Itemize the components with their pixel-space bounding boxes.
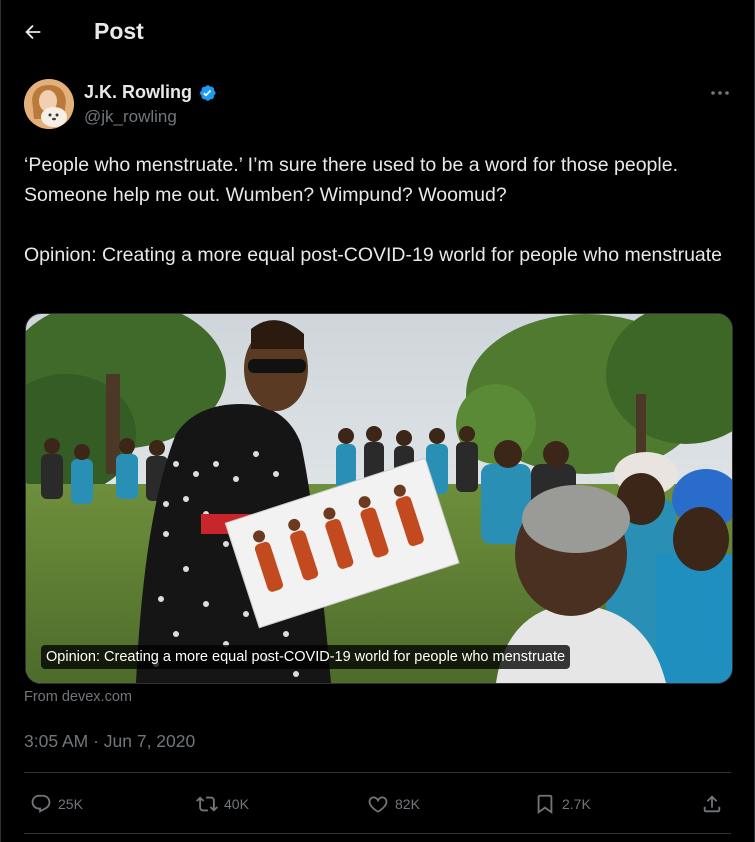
timestamp[interactable]: 3:05 AM · Jun 7, 2020 — [24, 731, 195, 752]
link-card[interactable]: Opinion: Creating a more equal post-COVI… — [25, 313, 733, 684]
back-arrow-icon — [25, 24, 41, 40]
bookmark-count: 2.7K — [562, 796, 591, 812]
like-button[interactable]: 82K — [367, 787, 420, 821]
avatar[interactable] — [24, 79, 74, 129]
bookmark-icon — [537, 794, 553, 815]
card-caption: Opinion: Creating a more equal post-COVI… — [41, 645, 571, 669]
action-bar: 25K 40K 82K 2.7K — [24, 787, 731, 821]
card-image — [26, 314, 732, 683]
tweet-text-line1: ‘People who menstruate.’ I’m sure there … — [24, 154, 678, 206]
divider — [24, 772, 731, 773]
divider — [24, 833, 731, 834]
reply-count: 25K — [58, 796, 83, 812]
verified-badge-icon — [200, 84, 216, 101]
author-handle[interactable]: @jk_rowling — [84, 107, 177, 127]
tweet-text: ‘People who menstruate.’ I’m sure there … — [24, 150, 724, 270]
back-button[interactable] — [15, 14, 51, 50]
author-name[interactable]: J.K. Rowling — [84, 82, 217, 103]
author-name-text: J.K. Rowling — [84, 82, 192, 102]
share-button[interactable] — [701, 787, 723, 821]
header: Post — [1, 0, 754, 64]
more-options-button[interactable] — [705, 83, 735, 103]
more-icon — [711, 91, 729, 95]
post-detail-page: Post J.K. Rowling @jk_rowling ‘People wh… — [0, 0, 755, 842]
like-icon — [368, 796, 388, 813]
bookmark-button[interactable]: 2.7K — [534, 787, 591, 821]
tweet-text-line2: Opinion: Creating a more equal post-COVI… — [24, 244, 723, 266]
reply-icon — [31, 794, 51, 813]
like-count: 82K — [395, 796, 420, 812]
card-source[interactable]: From devex.com — [24, 689, 132, 705]
repost-icon — [196, 796, 218, 812]
share-icon — [703, 795, 721, 813]
page-title: Post — [94, 18, 144, 44]
reply-button[interactable]: 25K — [30, 787, 83, 821]
repost-button[interactable]: 40K — [196, 787, 249, 821]
repost-count: 40K — [224, 796, 249, 812]
